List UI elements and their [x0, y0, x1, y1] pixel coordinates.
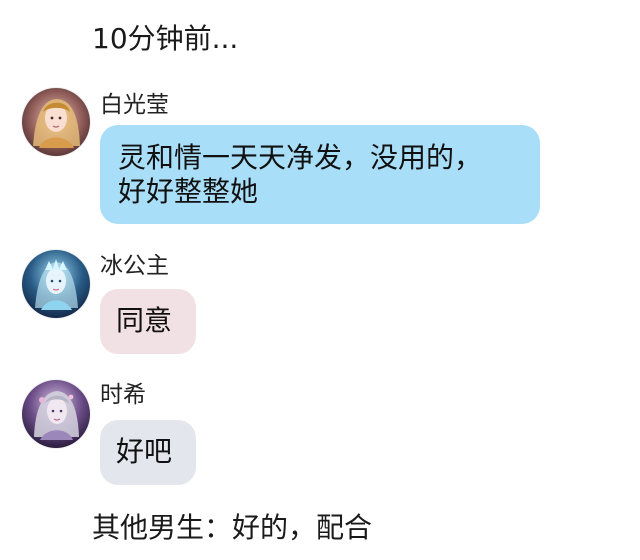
message-text: 灵和情一天天净发，没用的， [118, 141, 483, 174]
message-text: 好吧 [116, 435, 173, 468]
message-text: 好好整整她 [118, 175, 259, 208]
message-text: 同意 [116, 304, 173, 337]
chat-timestamp: 10分钟前... [92, 22, 239, 55]
character-avatar-golden-hair-icon[interactable] [22, 88, 90, 156]
character-avatar-ice-princess-icon[interactable] [22, 250, 90, 318]
sender-name: 冰公主 [100, 253, 169, 279]
footer-note: 其他男生：好的，配合 [92, 511, 373, 544]
message-bubble: 同意 [100, 289, 196, 354]
message-bubble: 灵和情一天天净发，没用的， 好好整整她 [100, 125, 540, 224]
character-avatar-silver-hair-icon[interactable] [22, 380, 90, 448]
sender-name: 时希 [100, 382, 146, 408]
chat-screen: 10分钟前... 白光莹 灵和情一天天净发，没用的， 好好整整她 冰公主 同意 … [0, 0, 640, 560]
sender-name: 白光莹 [100, 92, 169, 118]
message-bubble: 好吧 [100, 420, 196, 485]
